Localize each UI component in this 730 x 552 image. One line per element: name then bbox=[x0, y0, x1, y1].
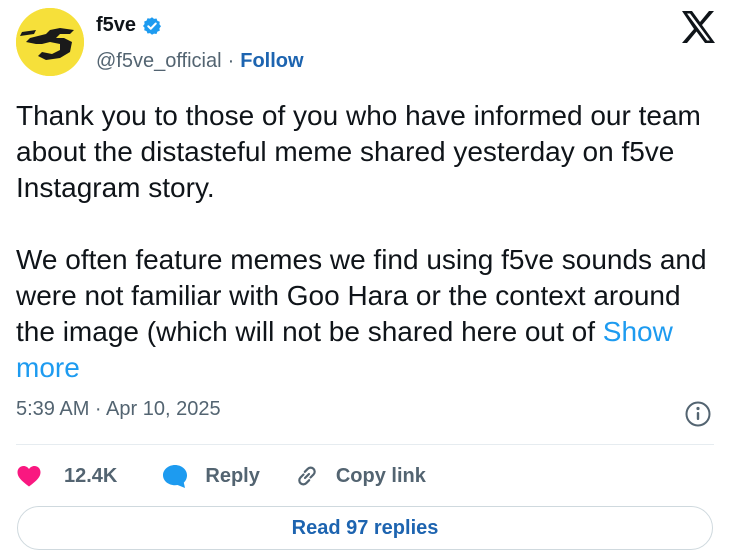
timestamp-text: 5:39 AM · Apr 10, 2025 bbox=[16, 398, 221, 420]
divider bbox=[16, 444, 714, 445]
f5ve-logo-icon bbox=[16, 8, 84, 76]
verified-badge-icon bbox=[143, 16, 162, 35]
separator-dot: · bbox=[227, 50, 235, 72]
x-logo-icon[interactable] bbox=[680, 10, 716, 44]
info-icon[interactable] bbox=[684, 400, 712, 428]
read-replies-button[interactable]: Read 97 replies bbox=[17, 506, 713, 550]
tweet-text: Thank you to those of you who have infor… bbox=[16, 98, 716, 386]
author-name-row: f5ve bbox=[96, 14, 162, 37]
heart-icon bbox=[17, 466, 41, 487]
author-handle[interactable]: @f5ve_official bbox=[96, 50, 222, 73]
read-replies-label: Read 97 replies bbox=[291, 516, 439, 539]
avatar[interactable] bbox=[16, 8, 84, 76]
like-count: 12.4K bbox=[64, 464, 118, 487]
display-name[interactable]: f5ve bbox=[96, 14, 136, 37]
copy-link-label: Copy link bbox=[335, 464, 426, 487]
reply-bubble-icon bbox=[163, 465, 188, 488]
tweet-body: Thank you to those of you who have infor… bbox=[16, 100, 707, 347]
follow-button[interactable]: Follow bbox=[240, 50, 303, 73]
action-bar: 12.4K Reply Copy link bbox=[16, 458, 426, 494]
like-button[interactable]: 12.4K bbox=[16, 464, 117, 488]
reply-label: Reply bbox=[205, 464, 260, 487]
tweet-card: f5ve @f5ve_official · Follow Thank you t… bbox=[0, 0, 730, 552]
timestamp[interactable]: 5:39 AM · Apr 10, 2025 bbox=[16, 398, 221, 421]
handle-row: @f5ve_official · Follow bbox=[96, 50, 304, 73]
link-icon bbox=[298, 466, 316, 486]
reply-button[interactable]: Reply bbox=[161, 463, 260, 489]
copy-link-button[interactable]: Copy link bbox=[294, 463, 426, 489]
